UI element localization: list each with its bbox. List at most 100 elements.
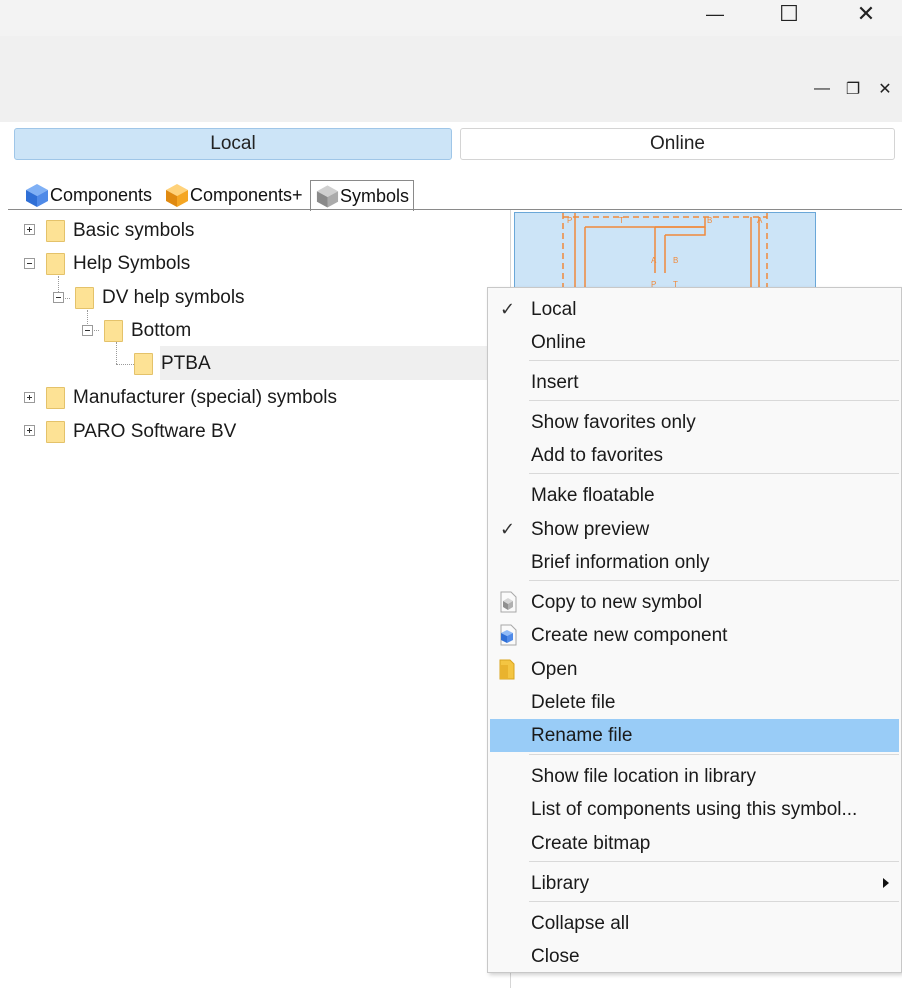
components-plus-cube-icon (166, 184, 188, 207)
tree-item-basic-symbols[interactable]: Basic symbols (73, 216, 194, 246)
folder-icon (46, 387, 65, 409)
menu-item-label: Create bitmap (531, 832, 651, 854)
folder-icon (46, 421, 65, 443)
menu-item-show-file-location[interactable]: Show file location in library (490, 760, 899, 793)
create-component-icon (500, 624, 517, 646)
tree-item-label: PARO Software BV (73, 421, 237, 442)
expand-toggle-icon[interactable] (24, 392, 35, 403)
menu-item-label: Rename file (531, 724, 633, 746)
window-title-bar: — ☐ ✕ (0, 0, 902, 36)
symbol-preview-drawing: P T B A A B P T (562, 213, 768, 289)
restore-icon: ❐ (845, 81, 861, 98)
menu-item-label: Copy to new symbol (531, 591, 703, 613)
local-toggle-label: Local (210, 133, 256, 154)
collapse-toggle-icon[interactable] (82, 325, 93, 336)
menu-item-delete-file[interactable]: Delete file (490, 686, 899, 719)
menu-item-insert[interactable]: Insert (490, 366, 899, 399)
menu-item-brief-information-only[interactable]: Brief information only (490, 546, 899, 579)
tab-components-label: Components (50, 184, 153, 205)
port-label: B (707, 216, 712, 225)
menu-item-label: List of components using this symbol... (531, 798, 858, 820)
collapse-toggle-icon[interactable] (24, 258, 35, 269)
folder-icon (46, 220, 65, 242)
menu-item-label: Online (531, 331, 586, 353)
menu-item-rename-file[interactable]: Rename file (490, 719, 899, 752)
port-label: P (567, 216, 572, 225)
menu-item-label: Show favorites only (531, 411, 696, 433)
tab-underline (8, 209, 902, 210)
tree-item-bottom[interactable]: Bottom (131, 316, 191, 346)
online-toggle-button[interactable]: Online (460, 128, 895, 160)
copy-symbol-icon (500, 591, 517, 613)
checkmark-icon: ✓ (500, 299, 516, 319)
menu-separator (529, 754, 899, 755)
minimize-icon: — (706, 3, 724, 24)
menu-item-close[interactable]: Close (490, 940, 899, 973)
menu-item-label: Brief information only (531, 551, 710, 573)
panel-close-button[interactable]: ✕ (873, 78, 897, 100)
tree-item-label: Bottom (131, 320, 192, 341)
menu-item-label: Create new component (531, 624, 728, 646)
symbol-preview[interactable]: P T B A A B P T (514, 212, 816, 290)
tree-item-label: Basic symbols (73, 220, 195, 241)
menu-item-local[interactable]: ✓ Local (490, 293, 899, 326)
menu-item-online[interactable]: Online (490, 326, 899, 359)
folder-icon (104, 320, 123, 342)
menu-separator (529, 400, 899, 401)
menu-separator (529, 473, 899, 474)
expand-toggle-icon[interactable] (24, 224, 35, 235)
tab-components[interactable]: Components (20, 180, 166, 210)
menu-item-collapse-all[interactable]: Collapse all (490, 907, 899, 940)
menu-item-library[interactable]: Library (490, 867, 899, 900)
tree-item-label: Help Symbols (73, 253, 191, 274)
menu-item-make-floatable[interactable]: Make floatable (490, 479, 899, 512)
folder-icon (46, 253, 65, 275)
tree-item-paro-software[interactable]: PARO Software BV (73, 417, 236, 447)
tree-item-manufacturer-symbols[interactable]: Manufacturer (special) symbols (73, 383, 337, 413)
menu-separator (529, 861, 899, 862)
menu-item-copy-to-new-symbol[interactable]: Copy to new symbol (490, 586, 899, 619)
context-menu: ✓ Local Online Insert Show favorites only… (487, 287, 902, 973)
window-maximize-button[interactable]: ☐ (766, 0, 812, 28)
menu-item-label: Show file location in library (531, 765, 756, 787)
tab-symbols[interactable]: Symbols (310, 180, 414, 211)
panel-minimize-button[interactable]: — (810, 78, 834, 100)
tab-components-plus[interactable]: Components+ (160, 180, 312, 210)
local-toggle-button[interactable]: Local (14, 128, 452, 160)
window-close-button[interactable]: ✕ (843, 0, 889, 28)
symbols-cube-icon (316, 185, 339, 208)
minimize-icon: — (814, 80, 830, 97)
expand-toggle-icon[interactable] (24, 425, 35, 436)
collapse-toggle-icon[interactable] (53, 292, 64, 303)
port-label: B (673, 256, 678, 265)
menu-item-label: Library (531, 872, 590, 894)
panel-restore-button[interactable]: ❐ (841, 78, 865, 100)
tree-item-ptba[interactable]: PTBA (161, 349, 211, 379)
menu-item-show-favorites-only[interactable]: Show favorites only (490, 406, 899, 439)
tree-item-label: PTBA (161, 353, 211, 374)
menu-item-open[interactable]: Open (490, 653, 899, 686)
submenu-arrow-icon (883, 878, 889, 888)
menu-item-label: Close (531, 945, 580, 967)
open-folder-icon (499, 659, 515, 680)
tree-connector (116, 364, 134, 365)
window-minimize-button[interactable]: — (692, 0, 738, 28)
menu-separator (529, 360, 899, 361)
menu-item-label: Collapse all (531, 912, 630, 934)
menu-item-create-new-component[interactable]: Create new component (490, 619, 899, 652)
menu-item-label: Delete file (531, 691, 616, 713)
menu-item-label: Add to favorites (531, 444, 664, 466)
menu-item-list-of-components[interactable]: List of components using this symbol... (490, 793, 899, 826)
tree-item-help-symbols[interactable]: Help Symbols (73, 249, 190, 279)
tree-item-dv-help-symbols[interactable]: DV help symbols (102, 283, 245, 313)
menu-item-show-preview[interactable]: ✓ Show preview (490, 513, 899, 546)
tree-connector (116, 342, 117, 364)
components-cube-icon (26, 184, 48, 207)
menu-item-create-bitmap[interactable]: Create bitmap (490, 827, 899, 860)
menu-item-add-to-favorites[interactable]: Add to favorites (490, 439, 899, 472)
port-label: T (619, 216, 624, 225)
online-toggle-label: Online (650, 133, 705, 154)
tab-components-plus-label: Components+ (190, 184, 303, 205)
tab-symbols-label: Symbols (339, 185, 409, 206)
menu-separator (529, 901, 899, 902)
